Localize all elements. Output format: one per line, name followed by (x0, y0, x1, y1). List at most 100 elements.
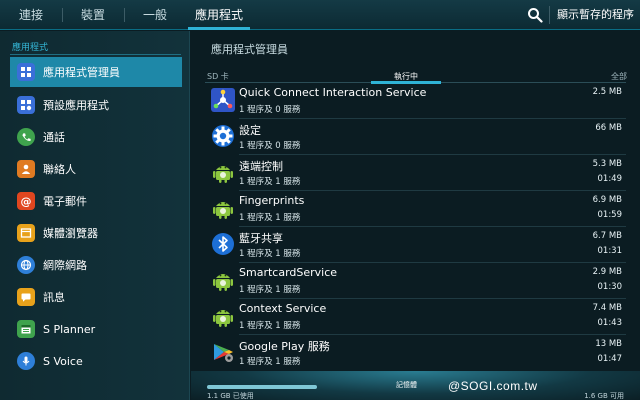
microphone-icon (17, 352, 35, 370)
sidebar-item-internet[interactable]: 網際網路 (10, 250, 182, 280)
sidebar: 應用程式 應用程式管理員 預設應用程式 通話 聯絡人 @ 電子郵件 媒體瀏覽器 … (0, 31, 190, 400)
app-name: 藍牙共享 (239, 232, 283, 245)
search-icon[interactable] (527, 7, 543, 23)
app-process-count: 1 程序及 1 服務 (239, 249, 301, 259)
app-run-time: 01:30 (597, 282, 623, 292)
app-process-count: 1 程序及 1 服務 (239, 357, 301, 367)
watermark-text: @SOGI.com.tw (448, 379, 538, 393)
android-icon (213, 274, 233, 291)
memory-label: 記憶體 (396, 381, 417, 389)
sidebar-item-label: 媒體瀏覽器 (43, 227, 98, 240)
sidebar-item-contacts[interactable]: 聯絡人 (10, 154, 182, 184)
email-icon: @ (17, 192, 35, 210)
app-run-time: 01:43 (597, 318, 623, 328)
app-name: SmartcardService (239, 266, 338, 279)
app-memory-size: 6.7 MB (592, 231, 622, 241)
app-process-count: 1 程序及 0 服務 (239, 141, 301, 151)
bluetooth-icon (212, 233, 234, 255)
internet-icon (17, 256, 35, 274)
sidebar-item-s-voice[interactable]: S Voice (10, 346, 182, 376)
browser-icon (17, 224, 35, 242)
app-process-count: 1 程序及 1 服務 (239, 177, 301, 187)
planner-icon (17, 320, 35, 338)
app-memory-size: 2.9 MB (592, 267, 622, 277)
memory-footer: 記憶體 1.1 GB 已使用 1.6 GB 可用 (191, 371, 640, 400)
list-item[interactable]: 藍牙共享 1 程序及 1 服務 6.7 MB 01:31 (205, 227, 626, 263)
sidebar-section-divider (10, 54, 181, 55)
sidebar-item-messages[interactable]: 訊息 (10, 282, 182, 312)
app-name: Google Play 服務 (239, 340, 330, 353)
app-process-count: 1 程序及 1 服務 (239, 321, 301, 331)
tab-label: 連接 (18, 8, 43, 22)
sidebar-item-media-browser[interactable]: 媒體瀏覽器 (10, 218, 182, 248)
list-item[interactable]: Quick Connect Interaction Service 1 程序及 … (205, 83, 626, 119)
android-icon (213, 166, 233, 183)
tab-device[interactable]: 裝置 (62, 0, 124, 30)
page-title: 應用程式管理員 (211, 43, 288, 56)
phone-icon (17, 128, 35, 146)
app-name: Quick Connect Interaction Service (239, 86, 427, 99)
sidebar-item-default-apps[interactable]: 預設應用程式 (10, 90, 182, 120)
tab-applications[interactable]: 應用程式 (188, 0, 250, 30)
list-item[interactable]: Fingerprints 1 程序及 1 服務 6.9 MB 01:59 (205, 191, 626, 227)
sidebar-item-s-planner[interactable]: S Planner (10, 314, 182, 344)
tab-all[interactable]: 全部 (611, 71, 627, 82)
app-name: 遠端控制 (239, 160, 283, 173)
app-memory-size: 13 MB (595, 339, 622, 349)
google-play-services-icon (214, 344, 233, 362)
contacts-icon (17, 160, 35, 178)
sidebar-item-application-manager[interactable]: 應用程式管理員 (10, 57, 182, 87)
app-name: Context Service (239, 302, 327, 315)
app-process-count: 1 程序及 1 服務 (239, 285, 301, 295)
top-tab-bar: 連接 裝置 一般 應用程式 顯示暫存的程序 (0, 0, 640, 30)
list-item[interactable]: 設定 1 程序及 0 服務 66 MB (205, 119, 626, 155)
sidebar-item-label: 預設應用程式 (43, 99, 109, 112)
sidebar-item-label: 通話 (43, 131, 65, 144)
tab-label: 應用程式 (194, 8, 243, 22)
list-item[interactable]: Context Service 1 程序及 1 服務 7.4 MB 01:43 (205, 299, 626, 335)
list-item[interactable]: 遠端控制 1 程序及 1 服務 5.3 MB 01:49 (205, 155, 626, 191)
sidebar-item-label: 電子郵件 (43, 195, 87, 208)
sidebar-item-label: 訊息 (43, 291, 65, 304)
sidebar-section-title: 應用程式 (12, 43, 49, 53)
sidebar-item-call[interactable]: 通話 (10, 122, 182, 152)
active-tab-indicator (188, 27, 250, 30)
app-memory-size: 6.9 MB (592, 195, 622, 205)
settings-gear-icon (212, 125, 234, 147)
sidebar-item-label: S Planner (43, 322, 96, 336)
memory-used: 1.1 GB 已使用 (207, 392, 254, 400)
app-run-time: 01:59 (597, 210, 623, 220)
tab-general[interactable]: 一般 (124, 0, 186, 30)
action-divider (549, 6, 550, 24)
sidebar-item-label: 聯絡人 (43, 163, 76, 176)
app-name: Fingerprints (239, 194, 305, 207)
app-run-time: 01:47 (597, 354, 623, 364)
main-panel: 應用程式管理員 SD 卡 執行中 全部 Quick Connect Intera… (191, 31, 640, 400)
memory-available: 1.6 GB 可用 (584, 392, 624, 400)
grid-icon (17, 63, 35, 81)
memory-usage-bar (207, 385, 317, 389)
sidebar-item-label: 應用程式管理員 (43, 66, 120, 79)
app-run-time: 01:31 (597, 246, 623, 256)
android-icon (213, 202, 233, 219)
tab-connections[interactable]: 連接 (0, 0, 62, 30)
tab-sd-card[interactable]: SD 卡 (207, 71, 229, 82)
default-apps-icon (17, 96, 35, 114)
app-memory-size: 5.3 MB (592, 159, 622, 169)
app-process-count: 1 程序及 1 服務 (239, 213, 301, 223)
show-cached-processes-button[interactable]: 顯示暫存的程序 (557, 0, 634, 30)
tab-label: 一般 (142, 8, 167, 22)
list-item[interactable]: Google Play 服務 1 程序及 1 服務 13 MB 01:47 (205, 335, 626, 371)
app-run-time: 01:49 (597, 174, 623, 184)
sidebar-item-label: S Voice (43, 354, 83, 368)
tab-label: 裝置 (80, 8, 105, 22)
app-process-count: 1 程序及 0 服務 (239, 105, 301, 115)
quick-connect-icon (211, 88, 235, 112)
android-icon (213, 310, 233, 327)
app-name: 設定 (239, 124, 261, 137)
messages-icon (17, 288, 35, 306)
app-memory-size: 66 MB (595, 123, 622, 133)
sidebar-item-email[interactable]: @ 電子郵件 (10, 186, 182, 216)
list-item[interactable]: SmartcardService 1 程序及 1 服務 2.9 MB 01:30 (205, 263, 626, 299)
app-memory-size: 7.4 MB (592, 303, 622, 313)
